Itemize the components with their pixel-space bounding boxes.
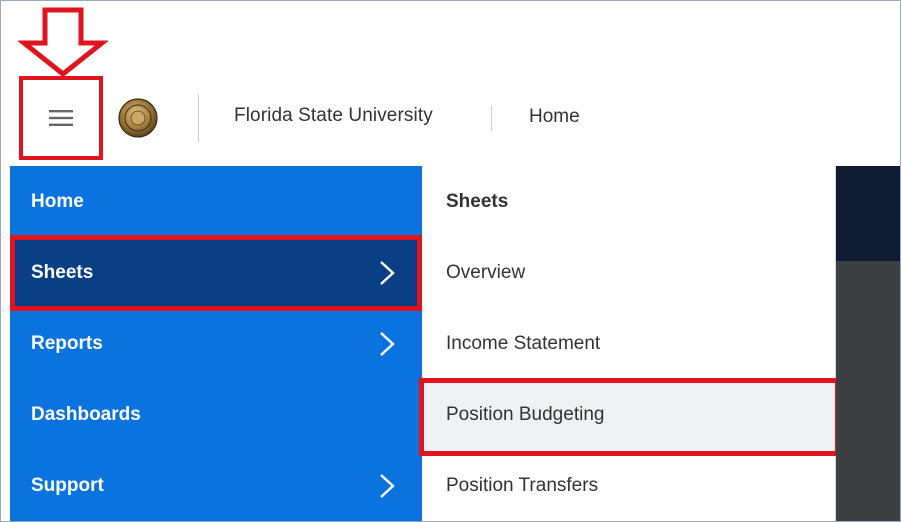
submenu-item-income-statement[interactable]: Income Statement (422, 308, 836, 379)
submenu-panel: Sheets Overview Income Statement Positio… (422, 166, 836, 521)
breadcrumb-divider (491, 105, 492, 131)
top-header: Florida State University Home (1, 1, 900, 166)
page-banner (836, 166, 900, 261)
down-arrow-icon (18, 7, 108, 77)
submenu-item-overview[interactable]: Overview (422, 237, 836, 308)
nav-item-label: Support (31, 474, 104, 496)
nav-item-reports[interactable]: Reports (10, 308, 422, 379)
left-navigation: Home Sheets Reports Dashboards Support (10, 166, 422, 521)
submenu-item-label: Income Statement (446, 332, 601, 354)
submenu-item-label: Position Budgeting (446, 403, 605, 425)
hamburger-menu-icon (49, 110, 73, 126)
submenu-item-label: Position Transfers (446, 474, 599, 496)
nav-item-support[interactable]: Support (10, 450, 422, 521)
nav-item-sheets[interactable]: Sheets (10, 237, 422, 308)
university-seal-icon (118, 98, 158, 138)
submenu-item-position-budgeting[interactable]: Position Budgeting (422, 379, 836, 450)
submenu-item-label: Overview (446, 261, 526, 283)
submenu-title: Sheets (422, 166, 836, 237)
chevron-right-icon (380, 260, 395, 285)
nav-item-dashboards[interactable]: Dashboards (10, 379, 422, 450)
nav-item-home[interactable]: Home (10, 166, 422, 237)
nav-item-label: Dashboards (31, 403, 141, 425)
chevron-right-icon (380, 331, 395, 356)
nav-item-label: Sheets (31, 261, 94, 283)
chevron-right-icon (380, 473, 395, 498)
submenu-title-label: Sheets (446, 190, 509, 212)
nav-item-label: Reports (31, 332, 103, 354)
page-background (836, 166, 900, 521)
hamburger-menu-button[interactable] (19, 76, 103, 160)
app-window: Florida State University Home Home Sheet… (0, 0, 901, 522)
organization-name: Florida State University (234, 105, 433, 126)
header-divider (198, 94, 199, 142)
nav-item-label: Home (31, 190, 84, 212)
breadcrumb-home[interactable]: Home (529, 106, 580, 128)
submenu-item-position-transfers[interactable]: Position Transfers (422, 450, 836, 521)
